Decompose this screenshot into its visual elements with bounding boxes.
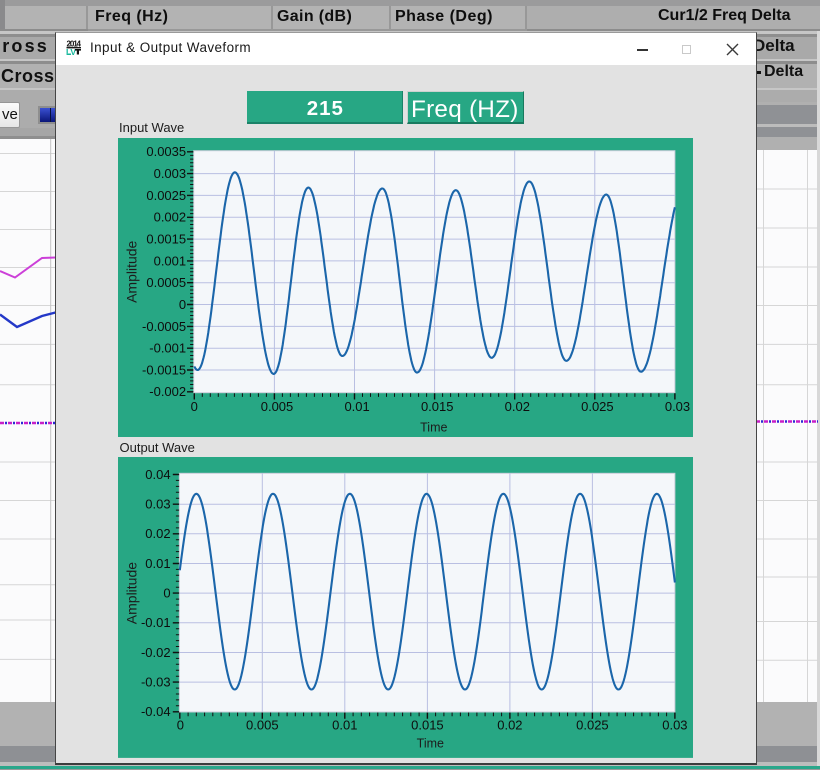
svg-text:LV: LV [66, 47, 76, 57]
svg-text:0.02: 0.02 [497, 718, 522, 733]
svg-text:0.02: 0.02 [504, 398, 529, 413]
svg-text:0.002: 0.002 [153, 209, 185, 224]
svg-text:0.0035: 0.0035 [146, 144, 186, 159]
svg-text:0.005: 0.005 [260, 398, 292, 413]
svg-text:Amplitude: Amplitude [123, 562, 139, 624]
svg-text:Time: Time [420, 420, 447, 434]
svg-text:0.03: 0.03 [665, 398, 690, 413]
svg-text:-0.01: -0.01 [141, 615, 171, 630]
svg-text:0.003: 0.003 [153, 165, 185, 180]
svg-text:0.001: 0.001 [153, 253, 185, 268]
svg-text:0.0025: 0.0025 [146, 187, 186, 202]
svg-text:0.0015: 0.0015 [146, 231, 186, 246]
svg-text:Time: Time [416, 737, 443, 751]
svg-text:0.0005: 0.0005 [146, 275, 186, 290]
svg-text:0.01: 0.01 [332, 718, 357, 733]
svg-text:0.03: 0.03 [662, 718, 687, 733]
svg-text:-0.001: -0.001 [149, 340, 186, 355]
svg-text:0.015: 0.015 [421, 398, 454, 413]
svg-text:-0.002: -0.002 [149, 384, 186, 399]
svg-text:-0.03: -0.03 [141, 675, 171, 690]
svg-text:0.01: 0.01 [145, 556, 170, 571]
svg-text:0.04: 0.04 [145, 467, 170, 482]
svg-text:0: 0 [176, 718, 183, 733]
svg-text:0.01: 0.01 [344, 398, 369, 413]
svg-text:-0.04: -0.04 [141, 704, 171, 719]
svg-text:-0.0005: -0.0005 [142, 318, 186, 333]
svg-text:0: 0 [163, 586, 170, 601]
svg-text:0: 0 [190, 398, 197, 413]
svg-text:0.005: 0.005 [246, 718, 279, 733]
svg-text:0.03: 0.03 [145, 497, 170, 512]
svg-text:0.025: 0.025 [576, 718, 609, 733]
svg-text:0.02: 0.02 [145, 526, 170, 541]
svg-text:0: 0 [179, 296, 186, 311]
svg-text:-0.02: -0.02 [141, 645, 171, 660]
svg-text:-0.0015: -0.0015 [142, 362, 186, 377]
svg-text:0.025: 0.025 [581, 398, 614, 413]
svg-text:0.015: 0.015 [411, 718, 444, 733]
svg-text:Amplitude: Amplitude [123, 240, 139, 302]
